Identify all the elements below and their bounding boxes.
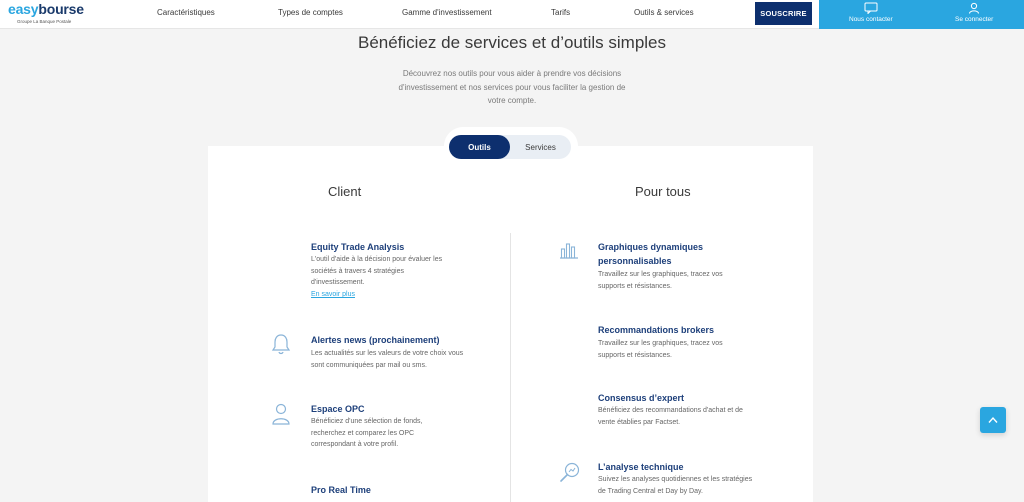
- column-divider: [510, 233, 511, 502]
- login-label: Se connecter: [955, 16, 994, 23]
- feature-title-consensus: Consensus d’expert: [598, 393, 685, 403]
- magnifier-chart-icon: [560, 462, 580, 482]
- feature-desc-brokers: Travaillez sur les graphiques, tracez vo…: [598, 340, 723, 359]
- scroll-to-top-button[interactable]: [980, 407, 1006, 433]
- feature-desc-alertes: Les actualités sur les valeurs de votre …: [311, 350, 464, 369]
- site-header: easybourse Groupe La Banque Postale Cara…: [0, 0, 1024, 29]
- nav-outils-services[interactable]: Outils & services: [634, 8, 694, 17]
- chat-icon: [864, 2, 878, 14]
- contact-label: Nous contacter: [849, 16, 893, 23]
- page-subtitle: Découvrez nos outils pour vous aider à p…: [398, 69, 626, 105]
- nav-gamme-investissement[interactable]: Gamme d'investissement: [402, 8, 492, 17]
- contact-button[interactable]: Nous contacter: [849, 2, 893, 23]
- page-title: Bénéficiez de services et d’outils simpl…: [357, 33, 667, 52]
- logo[interactable]: easybourse Groupe La Banque Postale: [8, 1, 84, 25]
- contact-bar: Nous contacter Se connecter: [819, 0, 1024, 29]
- feature-title-analyse: L’analyse technique: [598, 462, 684, 472]
- feature-title-prorealtime: Pro Real Time: [311, 485, 371, 495]
- bar-chart-icon: [560, 243, 578, 259]
- tab-services[interactable]: Services: [510, 135, 571, 159]
- user-icon: [969, 2, 980, 14]
- feature-title-opc: Espace OPC: [311, 404, 365, 414]
- subscribe-button[interactable]: SOUSCRIRE: [755, 2, 812, 25]
- feature-title-graphiques: Graphiques dynamiques personnalisables: [598, 242, 704, 266]
- equity-more-link[interactable]: En savoir plus: [311, 291, 355, 298]
- feature-desc-consensus: Bénéficiez des recommandations d'achat e…: [598, 407, 743, 426]
- feature-desc-analyse: Suivez les analyses quotidiennes et les …: [598, 476, 753, 495]
- logo-tagline: Groupe La Banque Postale: [17, 19, 72, 24]
- nav-types-de-comptes[interactable]: Types de comptes: [278, 8, 343, 17]
- tab-outils[interactable]: Outils: [449, 135, 510, 159]
- feature-desc-opc: Bénéficiez d'une sélection de fonds, rec…: [311, 418, 423, 449]
- feature-desc-graphiques: Travaillez sur les graphiques, tracez vo…: [598, 271, 723, 290]
- bell-icon: [271, 334, 291, 355]
- nav-caracteristiques[interactable]: Caractéristiques: [157, 8, 215, 17]
- public-heading: Pour tous: [635, 184, 691, 199]
- user-profile-icon: [272, 403, 290, 425]
- logo-wordmark: easybourse: [8, 1, 84, 17]
- feature-title-brokers: Recommandations brokers: [598, 325, 715, 335]
- client-heading: Client: [328, 184, 362, 199]
- feature-desc-equity: L'outil d'aide à la décision pour évalue…: [311, 256, 443, 287]
- nav-tarifs[interactable]: Tarifs: [551, 8, 570, 17]
- chevron-up-icon: [988, 416, 998, 423]
- login-button[interactable]: Se connecter: [955, 2, 993, 23]
- feature-title-alertes: Alertes news (prochainement): [311, 335, 440, 345]
- feature-title-equity: Equity Trade Analysis: [311, 242, 405, 252]
